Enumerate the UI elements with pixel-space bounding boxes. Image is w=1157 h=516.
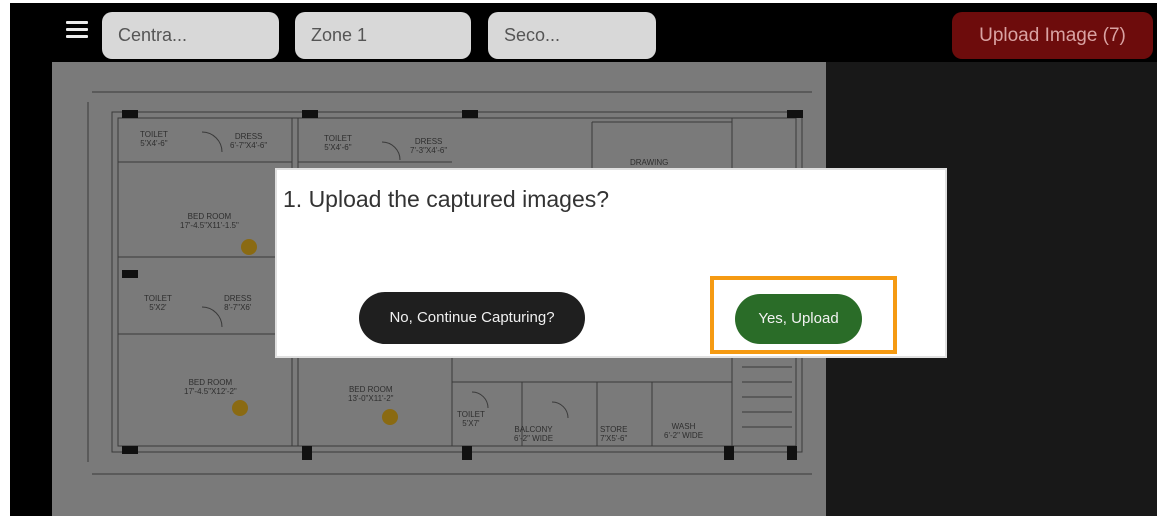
hamburger-menu-icon[interactable] [66, 21, 88, 41]
dialog-message: 1. Upload the captured images? [283, 186, 610, 212]
floor-filter-dropdown[interactable]: Seco... [488, 12, 656, 59]
upload-image-button[interactable]: Upload Image (7) [952, 12, 1153, 59]
image-marker-pin-icon[interactable] [241, 239, 257, 255]
room-label: WASH 6'-2" WIDE [664, 422, 704, 440]
room-label: BALCONY 6'-2" WIDE [514, 425, 554, 443]
yes-upload-button[interactable]: Yes, Upload [735, 294, 862, 344]
upload-confirm-dialog: 1. Upload the captured images? No, Conti… [275, 168, 947, 358]
room-label: DRESS 7'-3"X4'-6" [410, 137, 448, 155]
room-label: BED ROOM 13'-0"X11'-2" [348, 385, 394, 403]
room-label: DRESS 6'-7"X4'-6" [230, 132, 268, 150]
room-label: STORE 7'X5'-6" [600, 425, 628, 443]
room-label: BED ROOM 17'-4.5"X12'-2" [184, 378, 237, 396]
room-label: BED ROOM 17'-4.5"X11'-1.5" [180, 212, 239, 230]
room-label: DRESS 8'-7"X6' [224, 294, 252, 312]
continue-capturing-button[interactable]: No, Continue Capturing? [359, 292, 585, 344]
room-label: TOILET 5'X4'-6" [140, 130, 168, 148]
location-filter-dropdown[interactable]: Centra... [102, 12, 279, 59]
image-marker-pin-icon[interactable] [232, 400, 248, 416]
room-label: TOILET 5'X7' [457, 410, 485, 428]
room-label: DRAWING [630, 158, 669, 167]
zone-filter-dropdown[interactable]: Zone 1 [295, 12, 471, 59]
image-marker-pin-icon[interactable] [382, 409, 398, 425]
room-label: TOILET 5'X4'-6" [324, 134, 352, 152]
app-screen: Centra... Zone 1 Seco... Upload Image (7… [10, 3, 1157, 516]
room-label: TOILET 5'X2' [144, 294, 172, 312]
